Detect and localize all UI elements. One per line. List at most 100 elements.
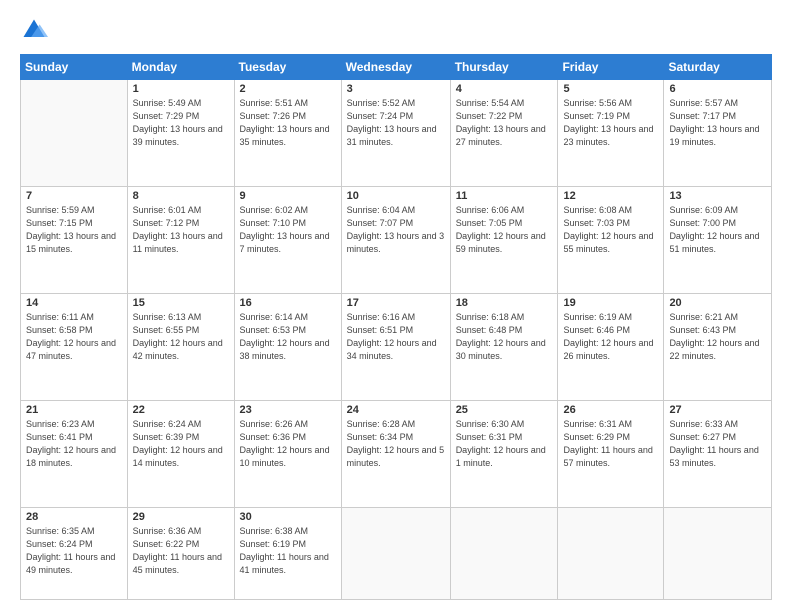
- calendar-cell: 27 Sunrise: 6:33 AMSunset: 6:27 PMDayligh…: [664, 400, 772, 507]
- calendar-cell: 20 Sunrise: 6:21 AMSunset: 6:43 PMDayligh…: [664, 293, 772, 400]
- calendar-cell: 19 Sunrise: 6:19 AMSunset: 6:46 PMDayligh…: [558, 293, 664, 400]
- day-number: 20: [669, 297, 766, 309]
- logo: [20, 16, 52, 44]
- day-number: 27: [669, 404, 766, 416]
- day-number: 17: [347, 297, 445, 309]
- calendar-cell: 7Sunrise: 5:59 AMSunset: 7:15 PMDaylight…: [21, 186, 128, 293]
- day-number: 15: [133, 297, 229, 309]
- weekday-header-monday: Monday: [127, 55, 234, 80]
- calendar-cell: 16 Sunrise: 6:14 AMSunset: 6:53 PMDayligh…: [234, 293, 341, 400]
- day-number: 9: [240, 190, 336, 202]
- day-info: Sunrise: 6:11 AMSunset: 6:58 PMDaylight:…: [26, 311, 122, 363]
- day-number: 19: [563, 297, 658, 309]
- calendar-cell: [450, 507, 558, 599]
- calendar-cell: 4Sunrise: 5:54 AMSunset: 7:22 PMDaylight…: [450, 80, 558, 187]
- day-number: 16: [240, 297, 336, 309]
- calendar-cell: 22 Sunrise: 6:24 AMSunset: 6:39 PMDayligh…: [127, 400, 234, 507]
- day-info: Sunrise: 6:19 AMSunset: 6:46 PMDaylight:…: [563, 311, 658, 363]
- day-info: Sunrise: 5:49 AMSunset: 7:29 PMDaylight:…: [133, 97, 229, 149]
- day-number: 25: [456, 404, 553, 416]
- calendar-cell: 13 Sunrise: 6:09 AMSunset: 7:00 PMDayligh…: [664, 186, 772, 293]
- week-row-4: 21Sunrise: 6:23 AMSunset: 6:41 PMDayligh…: [21, 400, 772, 507]
- calendar-cell: 6 Sunrise: 5:57 AMSunset: 7:17 PMDaylight…: [664, 80, 772, 187]
- calendar-cell: 24 Sunrise: 6:28 AMSunset: 6:34 PMDayligh…: [341, 400, 450, 507]
- day-info: Sunrise: 6:14 AMSunset: 6:53 PMDaylight:…: [240, 311, 336, 363]
- weekday-header-friday: Friday: [558, 55, 664, 80]
- week-row-3: 14Sunrise: 6:11 AMSunset: 6:58 PMDayligh…: [21, 293, 772, 400]
- day-info: Sunrise: 6:01 AMSunset: 7:12 PMDaylight:…: [133, 204, 229, 256]
- day-info: Sunrise: 6:28 AMSunset: 6:34 PMDaylight:…: [347, 418, 445, 470]
- day-number: 8: [133, 190, 229, 202]
- day-info: Sunrise: 6:36 AMSunset: 6:22 PMDaylight:…: [133, 525, 229, 577]
- calendar-cell: 30 Sunrise: 6:38 AMSunset: 6:19 PMDayligh…: [234, 507, 341, 599]
- calendar-cell: 12 Sunrise: 6:08 AMSunset: 7:03 PMDayligh…: [558, 186, 664, 293]
- day-number: 2: [240, 83, 336, 95]
- calendar-cell: 1 Sunrise: 5:49 AMSunset: 7:29 PMDaylight…: [127, 80, 234, 187]
- page: SundayMondayTuesdayWednesdayThursdayFrid…: [0, 0, 792, 612]
- day-info: Sunrise: 6:08 AMSunset: 7:03 PMDaylight:…: [563, 204, 658, 256]
- day-info: Sunrise: 6:02 AMSunset: 7:10 PMDaylight:…: [240, 204, 336, 256]
- day-info: Sunrise: 6:38 AMSunset: 6:19 PMDaylight:…: [240, 525, 336, 577]
- weekday-header-wednesday: Wednesday: [341, 55, 450, 80]
- calendar-cell: 25 Sunrise: 6:30 AMSunset: 6:31 PMDayligh…: [450, 400, 558, 507]
- header: [20, 16, 772, 44]
- weekday-header-tuesday: Tuesday: [234, 55, 341, 80]
- calendar-cell: 14Sunrise: 6:11 AMSunset: 6:58 PMDayligh…: [21, 293, 128, 400]
- day-info: Sunrise: 5:52 AMSunset: 7:24 PMDaylight:…: [347, 97, 445, 149]
- calendar-cell: 26 Sunrise: 6:31 AMSunset: 6:29 PMDayligh…: [558, 400, 664, 507]
- day-number: 29: [133, 511, 229, 523]
- weekday-header-saturday: Saturday: [664, 55, 772, 80]
- day-number: 24: [347, 404, 445, 416]
- day-number: 1: [133, 83, 229, 95]
- week-row-2: 7Sunrise: 5:59 AMSunset: 7:15 PMDaylight…: [21, 186, 772, 293]
- calendar-cell: 15 Sunrise: 6:13 AMSunset: 6:55 PMDayligh…: [127, 293, 234, 400]
- day-number: 10: [347, 190, 445, 202]
- calendar-cell: 21Sunrise: 6:23 AMSunset: 6:41 PMDayligh…: [21, 400, 128, 507]
- week-row-5: 28 Sunrise: 6:35 AMSunset: 6:24 PMDayligh…: [21, 507, 772, 599]
- day-info: Sunrise: 6:26 AMSunset: 6:36 PMDaylight:…: [240, 418, 336, 470]
- day-info: Sunrise: 6:21 AMSunset: 6:43 PMDaylight:…: [669, 311, 766, 363]
- day-number: 3: [347, 83, 445, 95]
- calendar-cell: [341, 507, 450, 599]
- day-info: Sunrise: 6:13 AMSunset: 6:55 PMDaylight:…: [133, 311, 229, 363]
- day-info: Sunrise: 6:24 AMSunset: 6:39 PMDaylight:…: [133, 418, 229, 470]
- day-info: Sunrise: 6:31 AMSunset: 6:29 PMDaylight:…: [563, 418, 658, 470]
- calendar-cell: 5 Sunrise: 5:56 AMSunset: 7:19 PMDaylight…: [558, 80, 664, 187]
- day-number: 30: [240, 511, 336, 523]
- day-info: Sunrise: 6:18 AMSunset: 6:48 PMDaylight:…: [456, 311, 553, 363]
- day-info: Sunrise: 5:56 AMSunset: 7:19 PMDaylight:…: [563, 97, 658, 149]
- day-number: 12: [563, 190, 658, 202]
- day-number: 18: [456, 297, 553, 309]
- calendar-cell: [21, 80, 128, 187]
- day-number: 6: [669, 83, 766, 95]
- weekday-header-row: SundayMondayTuesdayWednesdayThursdayFrid…: [21, 55, 772, 80]
- day-info: Sunrise: 6:33 AMSunset: 6:27 PMDaylight:…: [669, 418, 766, 470]
- day-number: 28: [26, 511, 122, 523]
- calendar-cell: 18 Sunrise: 6:18 AMSunset: 6:48 PMDayligh…: [450, 293, 558, 400]
- day-number: 11: [456, 190, 553, 202]
- calendar-cell: 2 Sunrise: 5:51 AMSunset: 7:26 PMDaylight…: [234, 80, 341, 187]
- day-info: Sunrise: 5:51 AMSunset: 7:26 PMDaylight:…: [240, 97, 336, 149]
- day-number: 26: [563, 404, 658, 416]
- weekday-header-thursday: Thursday: [450, 55, 558, 80]
- day-number: 22: [133, 404, 229, 416]
- calendar-cell: 11 Sunrise: 6:06 AMSunset: 7:05 PMDayligh…: [450, 186, 558, 293]
- calendar-cell: [664, 507, 772, 599]
- calendar-cell: 10Sunrise: 6:04 AMSunset: 7:07 PMDayligh…: [341, 186, 450, 293]
- day-info: Sunrise: 6:23 AMSunset: 6:41 PMDaylight:…: [26, 418, 122, 470]
- day-info: Sunrise: 5:57 AMSunset: 7:17 PMDaylight:…: [669, 97, 766, 149]
- day-number: 5: [563, 83, 658, 95]
- logo-icon: [20, 16, 48, 44]
- day-info: Sunrise: 6:06 AMSunset: 7:05 PMDaylight:…: [456, 204, 553, 256]
- day-info: Sunrise: 6:30 AMSunset: 6:31 PMDaylight:…: [456, 418, 553, 470]
- day-number: 13: [669, 190, 766, 202]
- day-info: Sunrise: 6:09 AMSunset: 7:00 PMDaylight:…: [669, 204, 766, 256]
- day-info: Sunrise: 5:54 AMSunset: 7:22 PMDaylight:…: [456, 97, 553, 149]
- calendar-cell: 28 Sunrise: 6:35 AMSunset: 6:24 PMDayligh…: [21, 507, 128, 599]
- calendar-cell: [558, 507, 664, 599]
- calendar-cell: 9 Sunrise: 6:02 AMSunset: 7:10 PMDaylight…: [234, 186, 341, 293]
- calendar-cell: 17Sunrise: 6:16 AMSunset: 6:51 PMDayligh…: [341, 293, 450, 400]
- day-info: Sunrise: 6:35 AMSunset: 6:24 PMDaylight:…: [26, 525, 122, 577]
- day-number: 7: [26, 190, 122, 202]
- day-number: 23: [240, 404, 336, 416]
